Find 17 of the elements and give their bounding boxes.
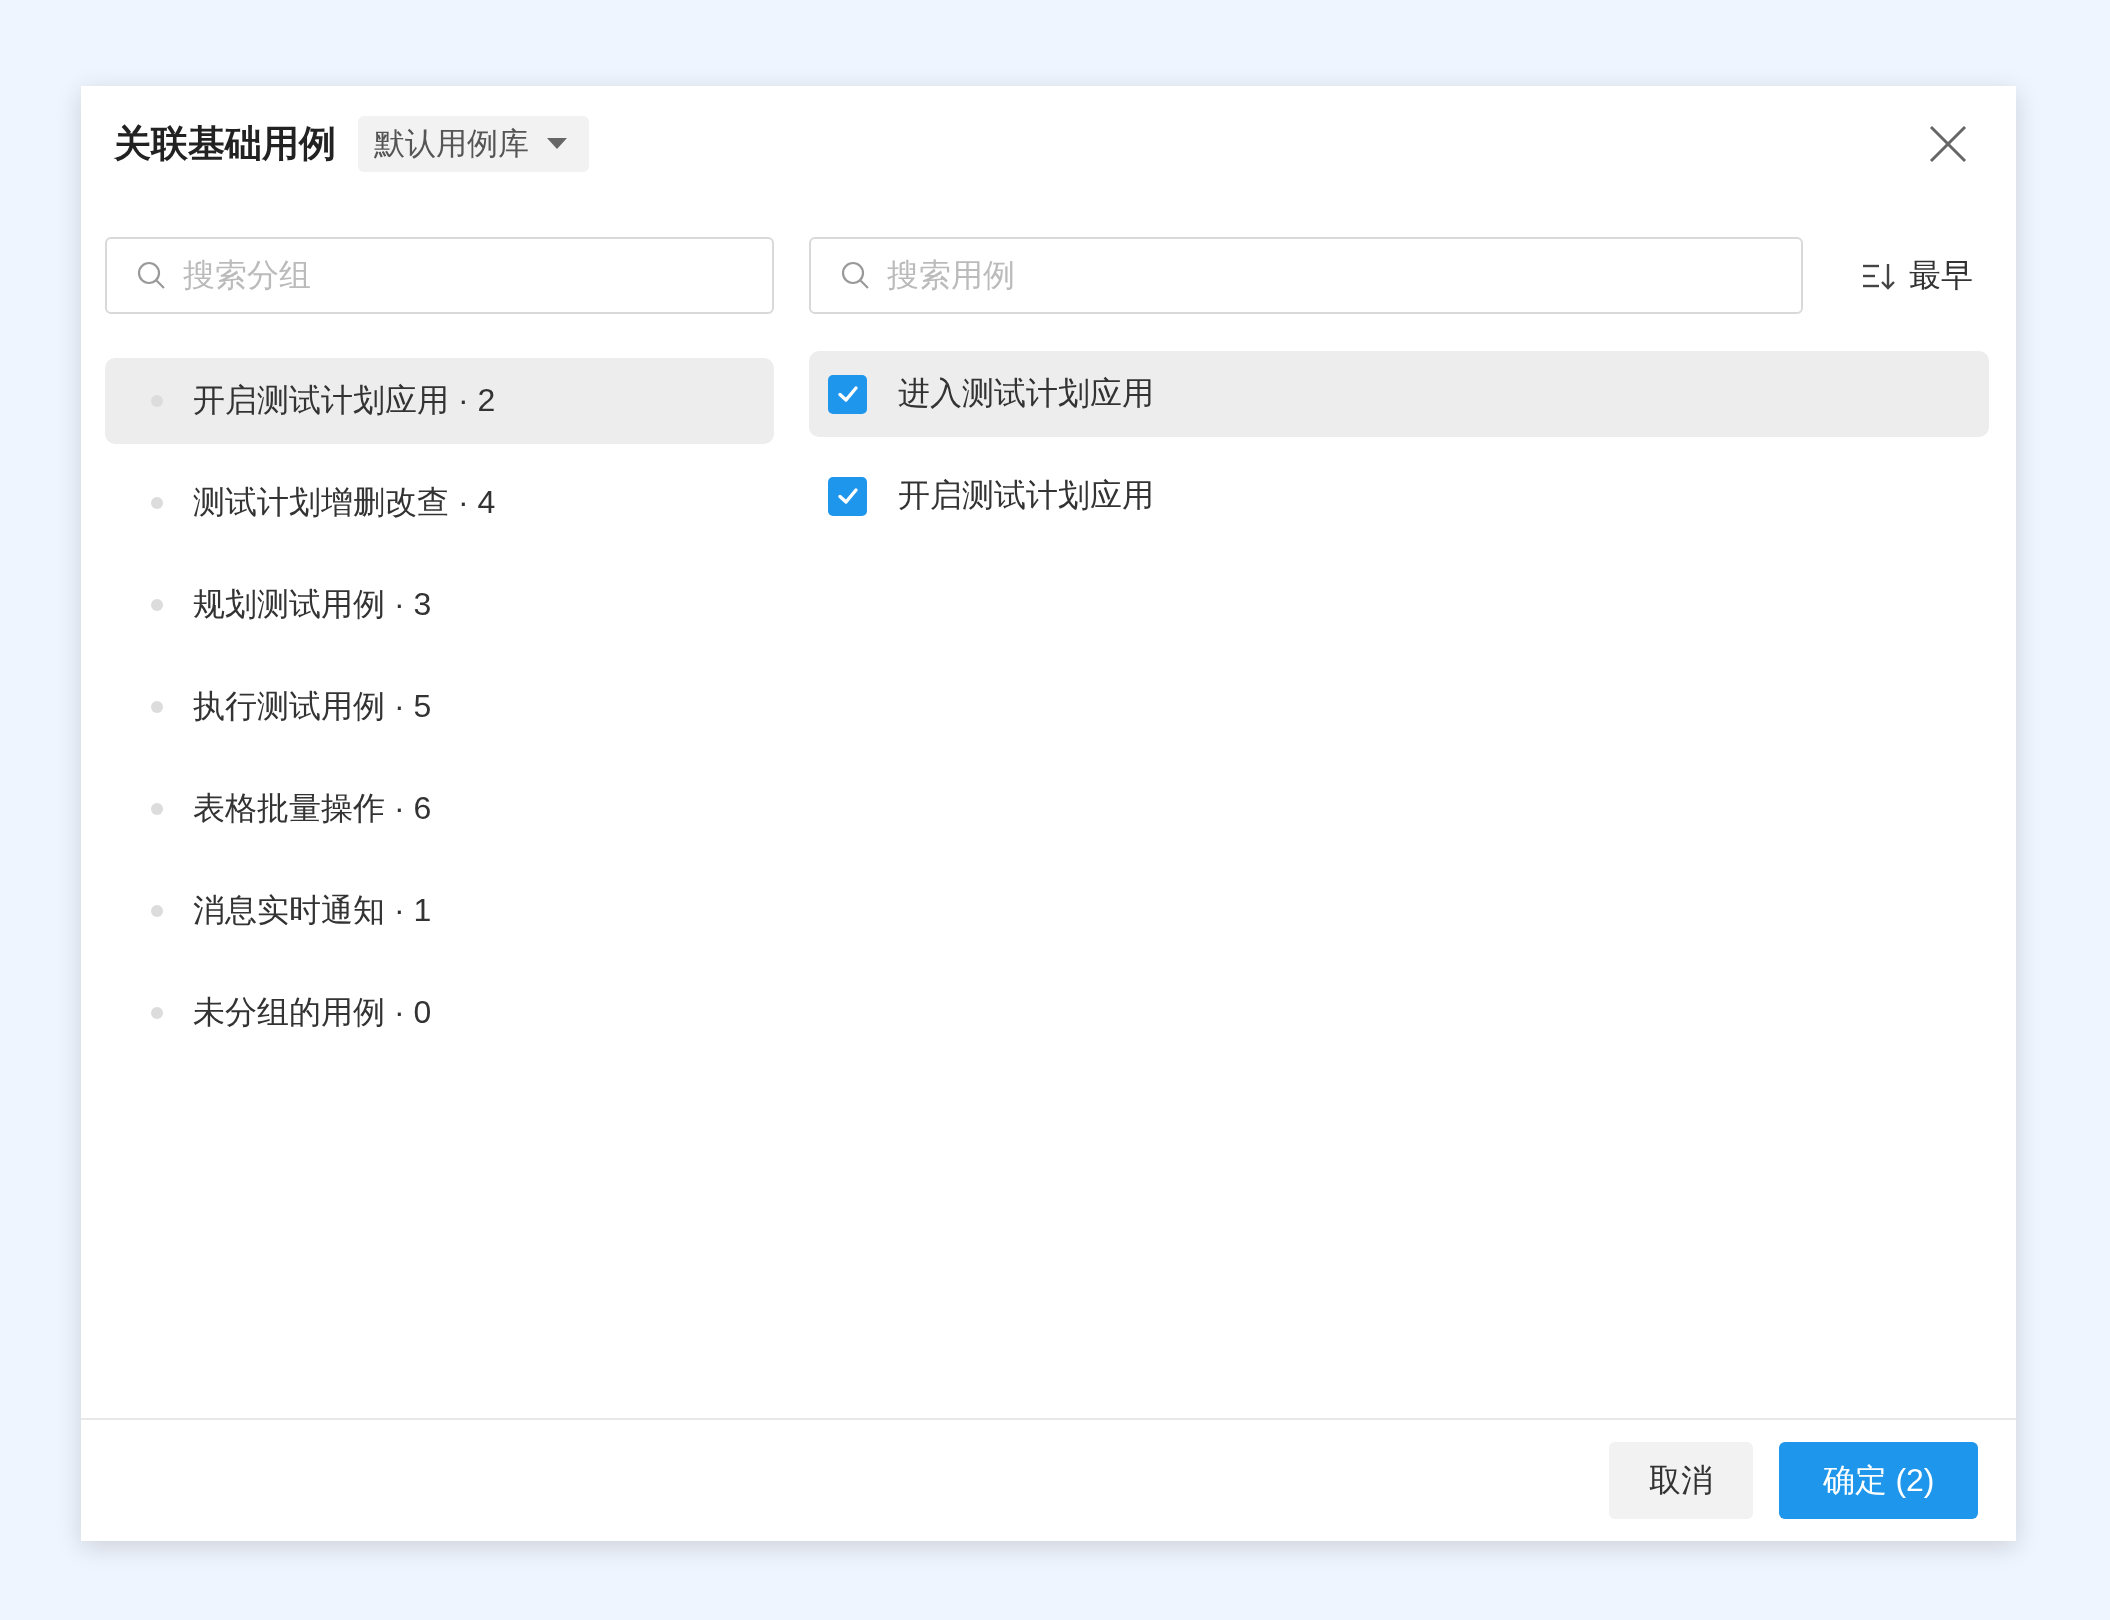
search-field[interactable]: 搜索用例 bbox=[809, 237, 1803, 314]
case-row[interactable]: 进入测试计划应用 bbox=[809, 351, 1989, 437]
close-button[interactable] bbox=[1928, 124, 1968, 164]
case-label: 开启测试计划应用 bbox=[898, 476, 1154, 515]
checkbox[interactable] bbox=[828, 374, 867, 414]
checkbox[interactable] bbox=[828, 476, 867, 516]
search-field[interactable]: 搜索分组 bbox=[105, 237, 774, 314]
group-item[interactable]: 开启测试计划应用 · 2 bbox=[105, 358, 774, 444]
case-label: 进入测试计划应用 bbox=[898, 374, 1154, 413]
search-icon bbox=[135, 259, 167, 291]
dialog-title: 关联基础用例 bbox=[114, 122, 336, 166]
close-icon bbox=[1928, 124, 1968, 164]
caret-icon bbox=[547, 138, 567, 150]
sort-button[interactable]: 最早 bbox=[1861, 253, 1973, 298]
search-icon bbox=[839, 259, 871, 291]
cancel-button[interactable]: 取消 bbox=[1609, 1442, 1753, 1519]
library-dropdown[interactable]: 默认用例库 bbox=[358, 116, 589, 172]
